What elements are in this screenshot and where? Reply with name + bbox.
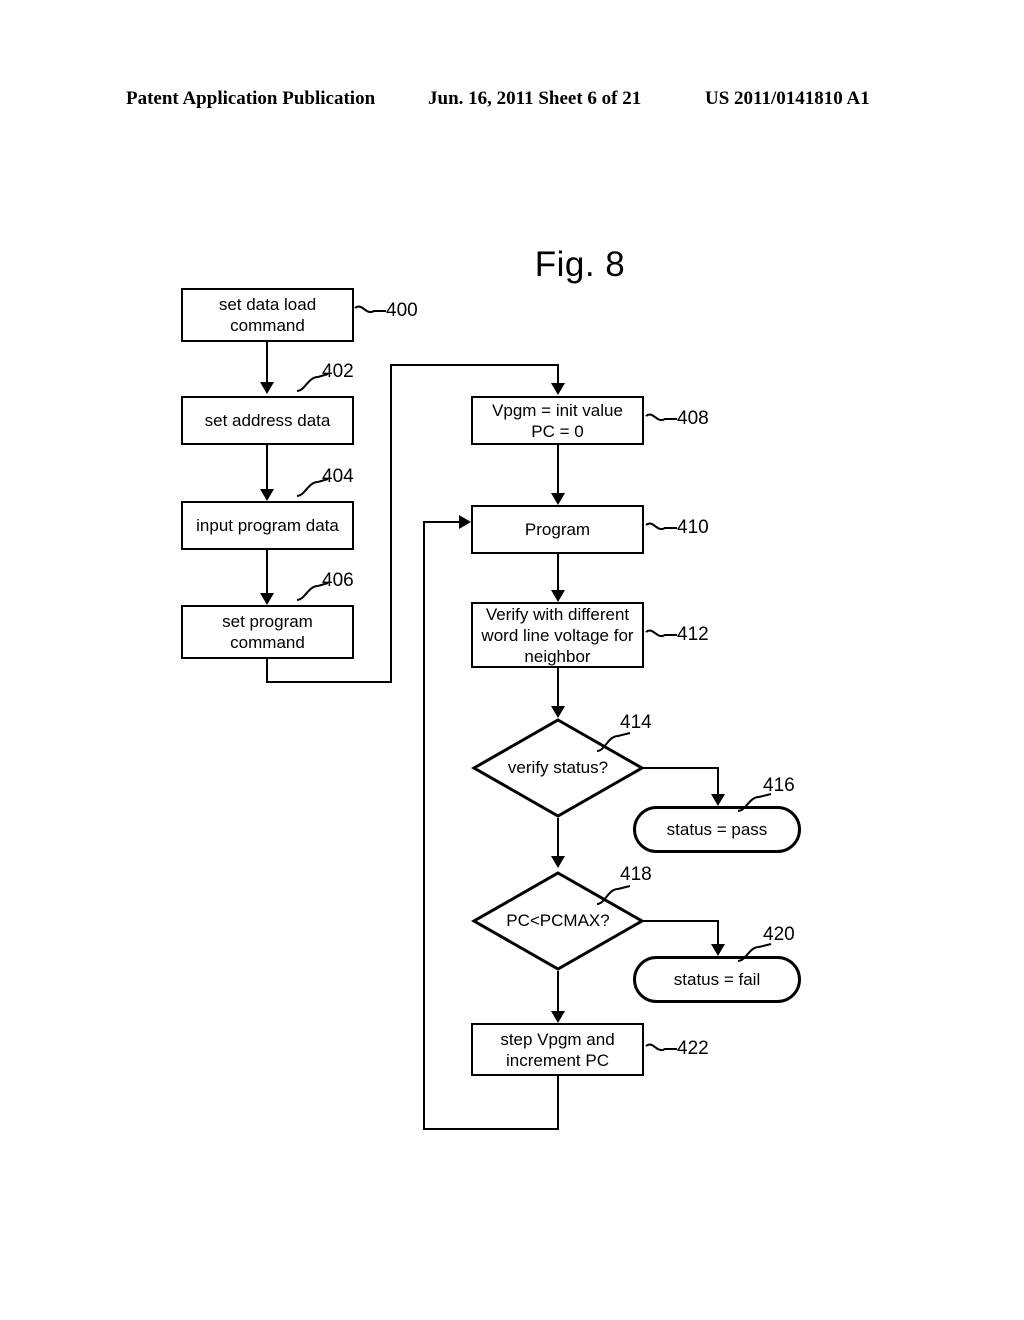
connector-406-down <box>266 659 268 683</box>
arrowhead-418-to-420 <box>711 944 725 956</box>
connector-406-right <box>266 681 392 683</box>
node-422-line2: increment PC <box>506 1050 609 1070</box>
connector-414-to-418 <box>557 818 559 856</box>
ref-number-420: 420 <box>763 924 795 945</box>
connector-414-to-416-right <box>643 767 719 769</box>
connector-408-to-410 <box>557 445 559 493</box>
node-412-line1: Verify with different <box>485 604 630 624</box>
node-402-label: set address data <box>204 411 331 430</box>
connector-418-to-420-down <box>717 920 719 945</box>
ref-number-402: 402 <box>322 361 354 382</box>
connector-414-to-416-down <box>717 767 719 795</box>
connector-406-into-408 <box>557 364 559 384</box>
arrowhead-404-to-406 <box>260 593 274 605</box>
node-410-label: Program <box>524 520 591 539</box>
node-412-line3: neighbor <box>524 646 591 666</box>
ref-number-406: 406 <box>322 570 354 591</box>
connector-422-down <box>557 1076 559 1130</box>
connector-402-to-404 <box>266 445 268 489</box>
arrowhead-414-to-418 <box>551 856 565 868</box>
arrowhead-410-to-412 <box>551 590 565 602</box>
ref-number-416: 416 <box>763 775 795 796</box>
arrowhead-402-to-404 <box>260 489 274 501</box>
process-box-verify-with-different-word-line-voltage: Verify with different word line voltage … <box>471 602 644 668</box>
node-420-label: status = fail <box>673 970 761 989</box>
connector-412-to-414 <box>557 668 559 706</box>
flowchart-figure: Fig. 8 set data load command set address… <box>0 0 1024 1320</box>
figure-title: Fig. 8 <box>534 245 626 284</box>
node-422-line1: step Vpgm and <box>500 1029 615 1049</box>
arrowhead-418-to-422 <box>551 1011 565 1023</box>
connector-422-up <box>423 521 425 1130</box>
node-412-line2: word line voltage for <box>481 625 634 645</box>
process-box-set-data-load-command: set data load command <box>181 288 354 342</box>
node-416-label: status = pass <box>666 820 768 839</box>
ref-number-422: 422 <box>677 1038 709 1059</box>
arrowhead-into-410 <box>459 515 471 529</box>
ref-number-410: 410 <box>677 517 709 538</box>
ref-number-418: 418 <box>620 864 652 885</box>
process-box-set-address-data: set address data <box>181 396 354 445</box>
connector-418-to-420-right <box>643 920 719 922</box>
arrowhead-412-to-414 <box>551 706 565 718</box>
connector-406-up <box>390 364 392 683</box>
ref-number-404: 404 <box>322 466 354 487</box>
connector-422-left <box>423 1128 559 1130</box>
process-box-input-program-data: input program data <box>181 501 354 550</box>
ref-number-400: 400 <box>386 300 418 321</box>
process-box-vpgm-init: Vpgm = init value PC = 0 <box>471 396 644 445</box>
connector-422-into-410 <box>423 521 461 523</box>
node-408-line1: Vpgm = init value <box>492 400 623 420</box>
connector-406-top-right <box>390 364 559 366</box>
arrowhead-408-to-410 <box>551 493 565 505</box>
connector-404-to-406 <box>266 550 268 593</box>
node-400-label: set data load command <box>218 295 317 335</box>
ref-number-412: 412 <box>677 624 709 645</box>
arrowhead-into-408 <box>551 383 565 395</box>
process-box-program: Program <box>471 505 644 554</box>
node-408-line2: PC = 0 <box>531 421 584 441</box>
node-406-label: set program command <box>222 612 313 652</box>
connector-410-to-412 <box>557 554 559 590</box>
process-box-set-program-command: set program command <box>181 605 354 659</box>
arrowhead-400-to-402 <box>260 382 274 394</box>
ref-number-414: 414 <box>620 712 652 733</box>
arrowhead-414-to-416 <box>711 794 725 806</box>
process-box-step-vpgm-increment-pc: step Vpgm and increment PC <box>471 1023 644 1076</box>
connector-400-to-402 <box>266 342 268 382</box>
ref-number-408: 408 <box>677 408 709 429</box>
node-404-label: input program data <box>196 516 339 535</box>
connector-418-to-422 <box>557 971 559 1011</box>
